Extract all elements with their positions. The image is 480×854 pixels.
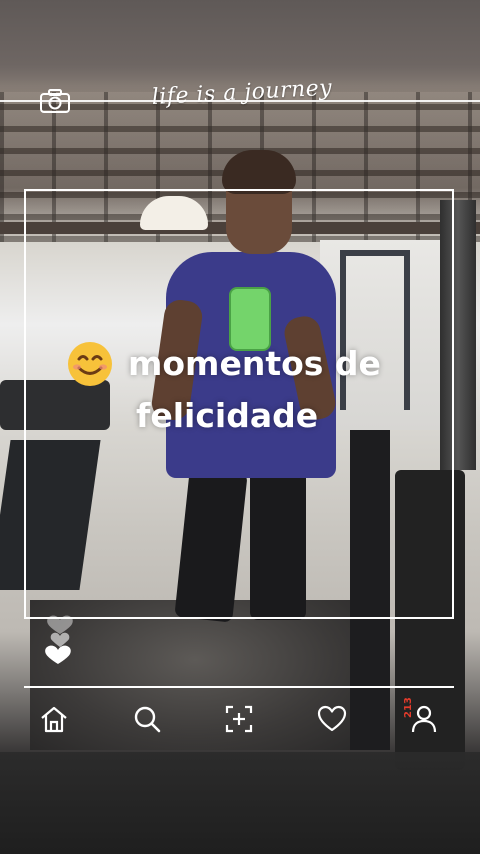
heart-icon (317, 705, 346, 732)
bottom-divider (24, 686, 454, 688)
search-icon (134, 706, 160, 733)
notification-count: 213 (403, 697, 414, 718)
caption-line-2: felicidade (136, 396, 319, 435)
scan-button[interactable] (219, 699, 259, 739)
caption: momentos de felicidade (66, 338, 426, 442)
home-button[interactable] (34, 699, 74, 739)
caption-line-1: momentos de (128, 344, 381, 383)
top-divider (0, 100, 480, 102)
like-button[interactable] (312, 699, 352, 739)
story-overlay: life is a journey momentos de felicidade (0, 0, 480, 854)
home-icon (41, 706, 67, 733)
search-button[interactable] (127, 699, 167, 739)
floating-hearts-icon (45, 615, 73, 664)
scan-icon (225, 705, 253, 733)
bottom-toolbar (24, 690, 454, 748)
handwriting-text: life is a journey (151, 75, 333, 110)
smiling-face-emoji-icon (68, 342, 112, 386)
